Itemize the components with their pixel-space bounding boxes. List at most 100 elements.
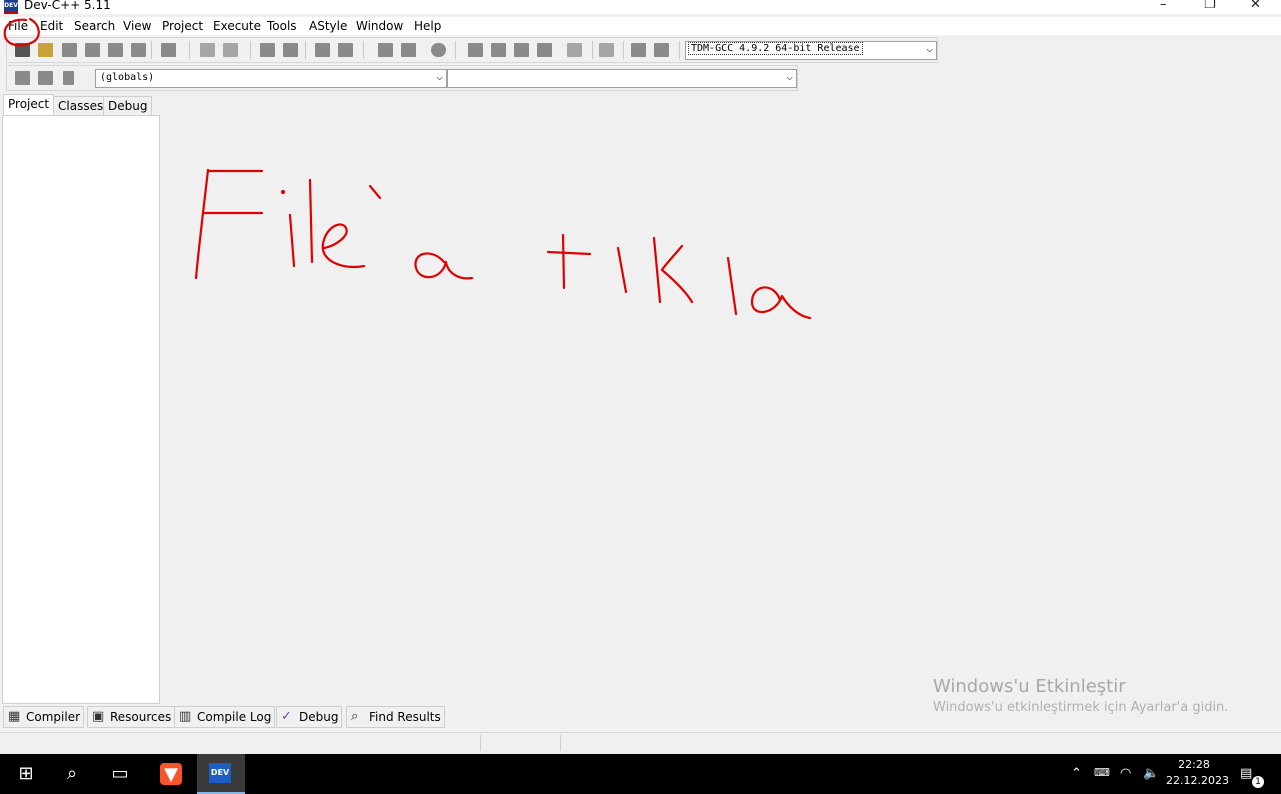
menu-edit[interactable]: Edit xyxy=(40,19,63,33)
menu-execute[interactable]: Execute xyxy=(213,19,261,33)
status-separator xyxy=(560,735,561,751)
checkmark-icon: ✓ xyxy=(281,709,292,724)
window-title: Dev-C++ 5.11 xyxy=(24,0,111,12)
menu-window[interactable]: Window xyxy=(356,19,403,33)
brave-browser-icon[interactable]: ▼ xyxy=(160,763,182,785)
member-select[interactable]: ⌵ xyxy=(447,69,797,88)
project-tree-panel[interactable] xyxy=(2,115,160,704)
stroke xyxy=(321,223,366,269)
stroke xyxy=(368,184,382,200)
bottom-tab-compile-log[interactable]: ▥ Compile Log xyxy=(174,706,276,728)
chevron-up-icon[interactable]: ⌃ xyxy=(1071,766,1082,781)
activation-watermark-title: Windows'u Etkinleştir xyxy=(933,676,1126,697)
toolbar-separator xyxy=(623,41,624,59)
status-bar xyxy=(0,732,1281,753)
save-icon[interactable] xyxy=(62,43,77,57)
bottom-tab-resources[interactable]: ▣ Resources xyxy=(87,706,176,728)
undo-icon[interactable] xyxy=(200,43,215,57)
find-icon[interactable] xyxy=(260,43,275,57)
stroke xyxy=(280,189,286,195)
close-file-icon[interactable] xyxy=(108,43,123,57)
goto-function-icon[interactable] xyxy=(338,43,353,57)
new-file-icon[interactable] xyxy=(15,43,30,57)
delete-profile-icon[interactable] xyxy=(654,43,669,57)
bottom-tab-compiler[interactable]: ▦ Compiler xyxy=(3,706,85,728)
toolbar-separator xyxy=(592,41,593,59)
save-all-icon[interactable] xyxy=(85,43,100,57)
replace-icon[interactable] xyxy=(283,43,298,57)
open-file-icon[interactable] xyxy=(38,43,53,57)
wifi-icon[interactable]: ◠ xyxy=(1120,766,1131,781)
devcpp-icon: DEV xyxy=(209,763,231,783)
menu-view[interactable]: View xyxy=(123,19,151,33)
volume-icon[interactable]: 🔈 xyxy=(1143,766,1159,781)
toolbar-separator xyxy=(455,41,456,59)
bottom-tab-label: Compiler xyxy=(26,710,81,724)
bottom-tab-label: Compile Log xyxy=(197,710,272,724)
resources-icon: ▣ xyxy=(92,709,105,724)
menu-search[interactable]: Search xyxy=(74,19,115,33)
menu-astyle[interactable]: AStyle xyxy=(309,19,347,33)
bottom-tab-find-results[interactable]: ⌕ Find Results xyxy=(346,706,445,728)
taskbar-clock[interactable]: 22:28 22.12.2023 xyxy=(1166,757,1229,789)
task-view-icon[interactable]: ▭ xyxy=(108,762,132,786)
close-all-icon[interactable] xyxy=(131,43,146,57)
insert-icon[interactable] xyxy=(15,71,30,85)
compile-icon[interactable] xyxy=(468,43,483,57)
run-icon[interactable] xyxy=(491,43,506,57)
find-icon: ⌕ xyxy=(351,709,359,724)
menu-file[interactable]: File xyxy=(8,19,28,33)
grid-icon: ▦ xyxy=(8,709,21,724)
windows-start-icon[interactable]: ⊞ xyxy=(14,762,38,786)
chevron-down-icon: ⌵ xyxy=(926,42,933,55)
menu-help[interactable]: Help xyxy=(414,19,441,33)
chevron-down-icon: ⌵ xyxy=(436,70,443,83)
menu-tools[interactable]: Tools xyxy=(267,19,297,33)
bottom-tab-debug[interactable]: ✓ Debug xyxy=(276,706,343,728)
toolbar-separator xyxy=(305,41,306,59)
compiler-select[interactable]: TDM-GCC 4.9.2 64-bit Release ⌵ xyxy=(685,41,937,60)
title-bar: DEV Dev-C++ 5.11 – ❐ ✕ xyxy=(0,0,1281,14)
bottom-tab-label: Find Results xyxy=(369,710,441,724)
taskbar-devcpp[interactable]: DEV xyxy=(197,754,245,794)
rebuild-icon[interactable] xyxy=(537,43,552,57)
project-new-icon[interactable] xyxy=(378,43,393,57)
stroke xyxy=(726,256,738,316)
syntax-check-icon[interactable] xyxy=(567,43,582,57)
project-options-icon[interactable] xyxy=(431,43,446,57)
goto-line-icon[interactable] xyxy=(315,43,330,57)
toggle-bookmark-icon[interactable] xyxy=(38,71,53,85)
profile-icon[interactable] xyxy=(631,43,646,57)
restore-button[interactable]: ❐ xyxy=(1204,0,1216,12)
search-icon[interactable]: ⌕ xyxy=(60,762,84,786)
stroke xyxy=(194,168,210,280)
compile-run-icon[interactable] xyxy=(514,43,529,57)
status-separator xyxy=(480,735,481,751)
tab-project[interactable]: Project xyxy=(3,94,55,116)
minimize-button[interactable]: – xyxy=(1160,0,1167,12)
activation-watermark-subtitle: Windows'u etkinleştirmek için Ayarlar'a … xyxy=(933,700,1229,715)
stroke xyxy=(546,250,592,256)
stroke xyxy=(561,233,566,290)
stroke xyxy=(652,236,662,304)
toolbar-separator xyxy=(363,41,364,59)
stroke xyxy=(308,178,314,264)
tab-debug[interactable]: Debug xyxy=(103,96,153,115)
compiler-select-value: TDM-GCC 4.9.2 64-bit Release xyxy=(688,42,863,55)
chart-icon: ▥ xyxy=(179,709,192,724)
toolbar-separator xyxy=(189,41,190,59)
goto-bookmark-icon[interactable] xyxy=(63,71,74,85)
close-button[interactable]: ✕ xyxy=(1250,0,1261,12)
stop-execution-icon[interactable] xyxy=(599,43,614,57)
redo-icon[interactable] xyxy=(223,43,238,57)
print-icon[interactable] xyxy=(161,43,176,57)
notification-icon[interactable]: ▤ xyxy=(1240,766,1252,781)
keyboard-icon[interactable]: ⌨ xyxy=(1094,766,1110,779)
tab-classes[interactable]: Classes xyxy=(53,96,109,115)
scope-select[interactable]: (globals) ⌵ xyxy=(95,69,447,88)
project-add-icon[interactable] xyxy=(401,43,416,57)
stroke xyxy=(750,286,812,320)
chevron-down-icon: ⌵ xyxy=(786,70,793,83)
stroke xyxy=(414,252,474,280)
menu-project[interactable]: Project xyxy=(162,19,203,33)
